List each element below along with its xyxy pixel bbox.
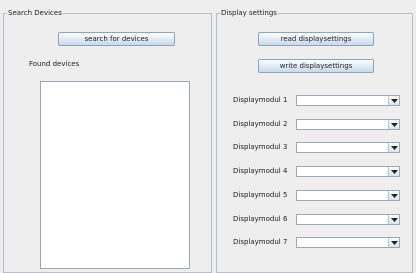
display-settings-panel: Display settings read displaysettings wr…: [216, 9, 413, 273]
displaymodul-7-label: Displaymodul 7: [233, 238, 288, 246]
displaymodul-7-select[interactable]: [296, 237, 400, 248]
chevron-down-icon[interactable]: [388, 191, 399, 200]
chevron-down-icon[interactable]: [388, 143, 399, 152]
chevron-down-icon[interactable]: [388, 96, 399, 105]
displaymodul-4-label: Displaymodul 4: [233, 167, 288, 175]
displaymodul-1-label: Displaymodul 1: [233, 96, 288, 104]
displaymodul-3-label: Displaymodul 3: [233, 143, 288, 151]
chevron-down-icon[interactable]: [388, 238, 399, 247]
displaymodul-6-label: Displaymodul 6: [233, 215, 288, 223]
displaymodul-4-select[interactable]: [296, 166, 400, 177]
search-for-devices-button[interactable]: search for devices: [58, 32, 175, 46]
chevron-down-icon[interactable]: [388, 167, 399, 176]
displaymodul-5-select[interactable]: [296, 190, 400, 201]
read-displaysettings-button[interactable]: read displaysettings: [258, 32, 374, 46]
display-settings-title: Display settings: [220, 9, 278, 18]
chevron-down-icon[interactable]: [388, 215, 399, 224]
write-displaysettings-button[interactable]: write displaysettings: [258, 59, 374, 73]
displaymodul-2-select[interactable]: [296, 119, 400, 130]
chevron-down-icon[interactable]: [388, 120, 399, 129]
displaymodul-5-label: Displaymodul 5: [233, 191, 288, 199]
search-devices-title: Search Devices: [7, 9, 63, 18]
found-devices-list[interactable]: [40, 81, 190, 269]
displaymodul-2-label: Displaymodul 2: [233, 120, 288, 128]
found-devices-label: Found devices: [29, 60, 80, 68]
displaymodul-3-select[interactable]: [296, 142, 400, 153]
displaymodul-6-select[interactable]: [296, 214, 400, 225]
search-devices-panel: Search Devices search for devices Found …: [3, 9, 212, 273]
displaymodul-1-select[interactable]: [296, 95, 400, 106]
